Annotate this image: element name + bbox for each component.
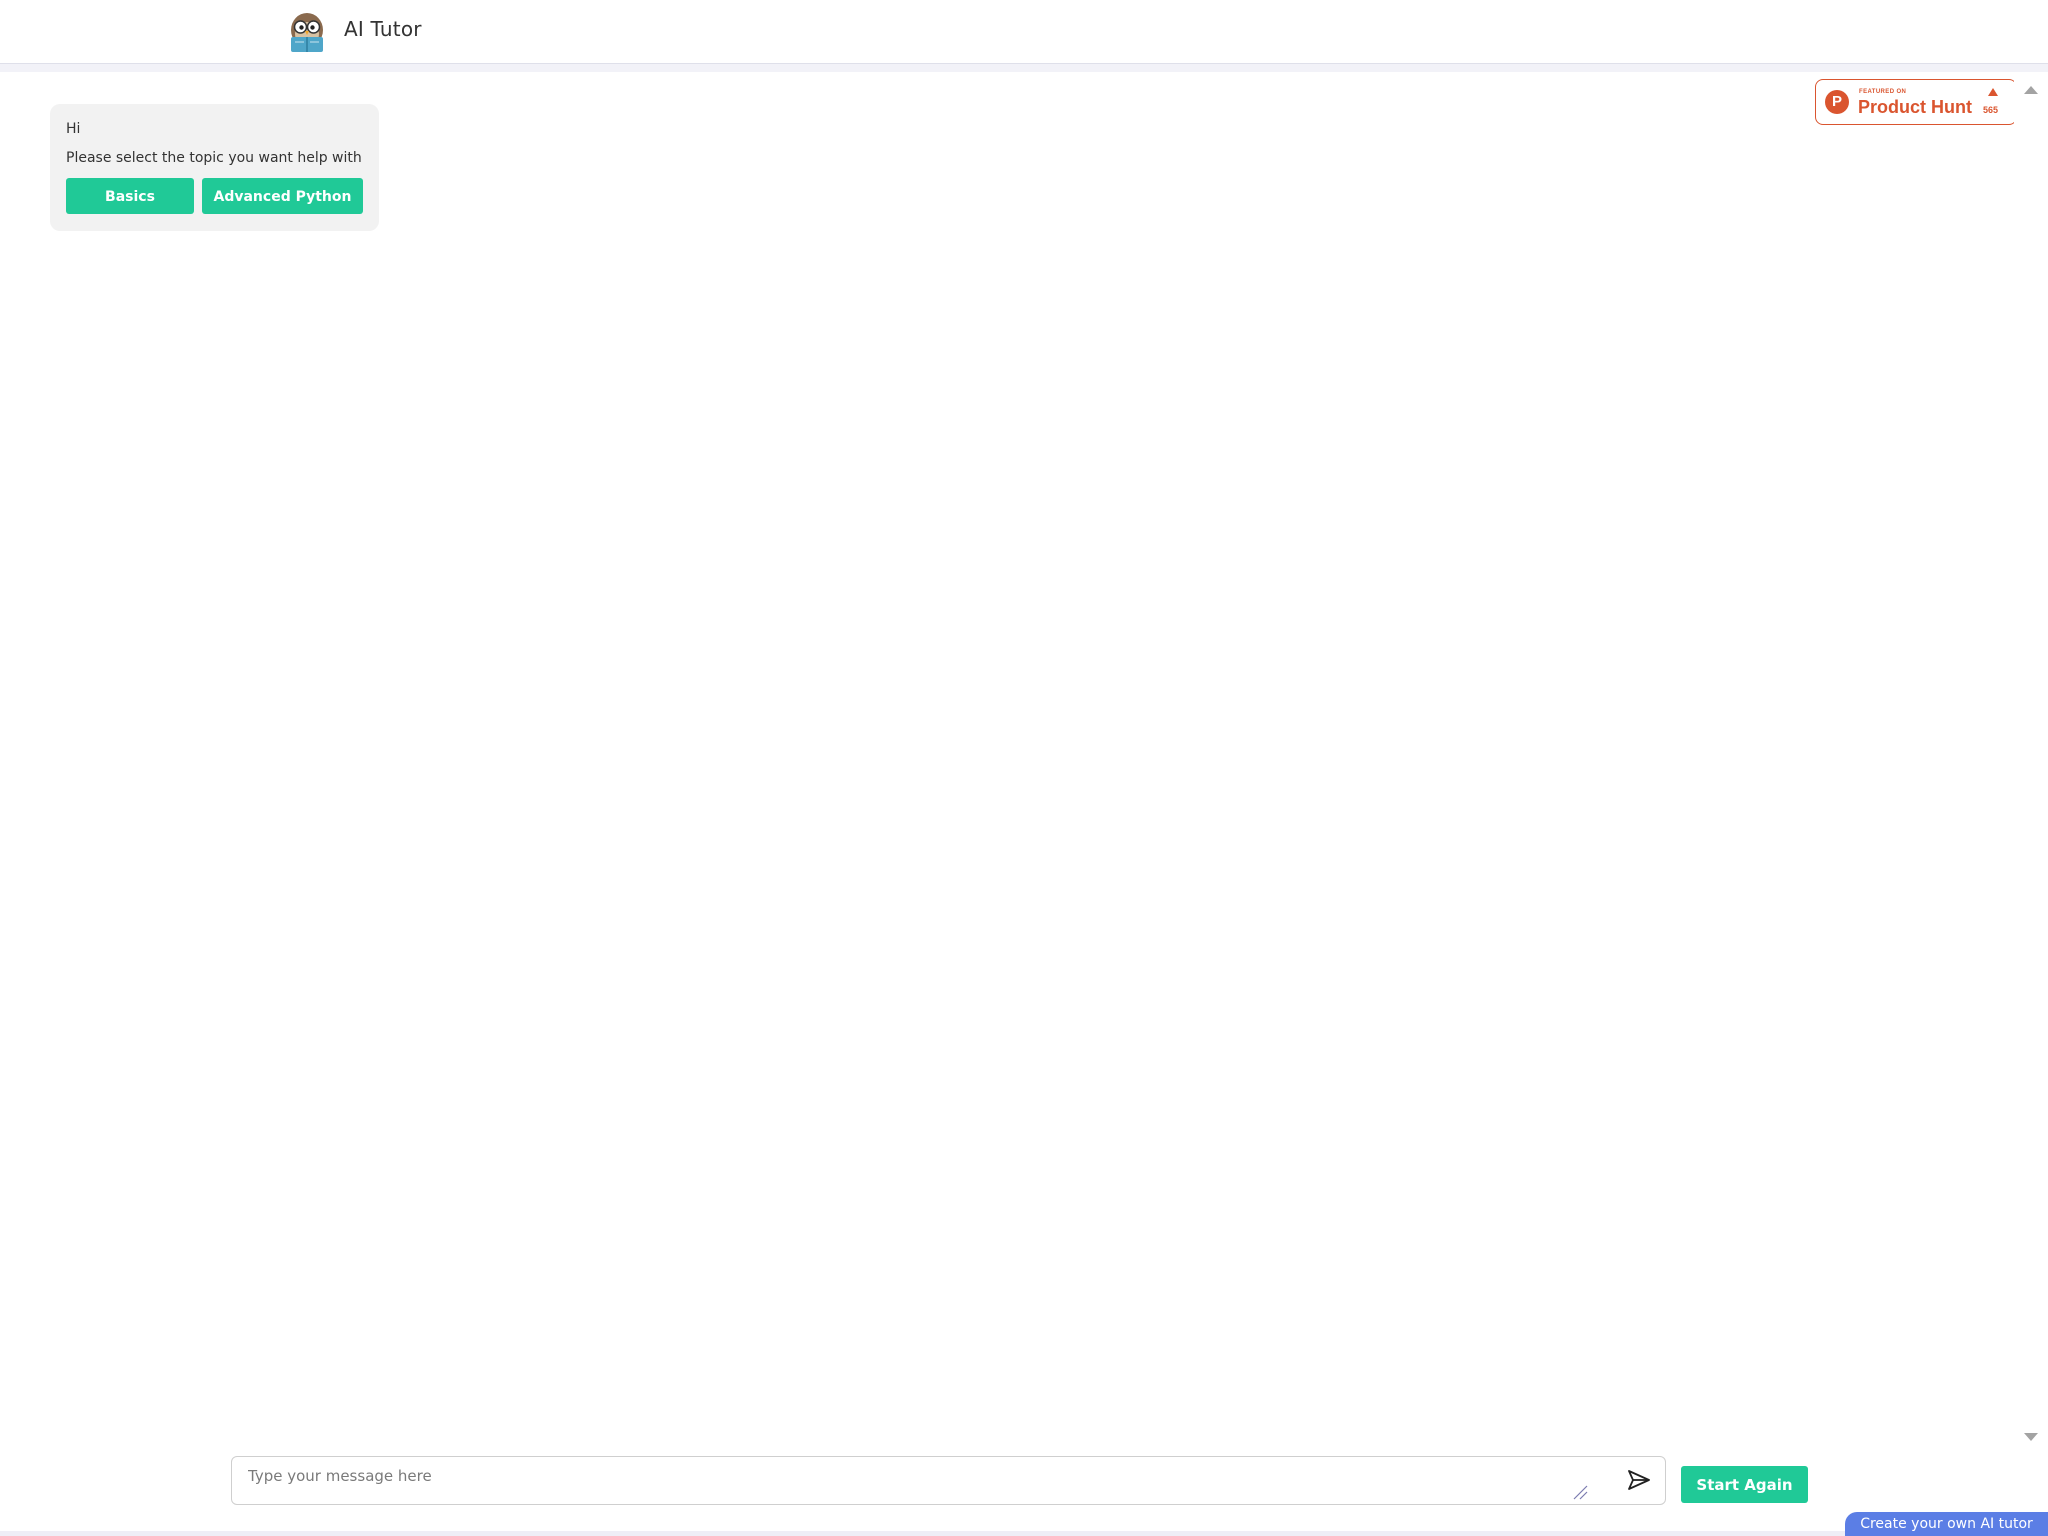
create-ai-tutor-link[interactable]: Create your own AI tutor	[1845, 1512, 2048, 1536]
scroll-up-arrow-icon[interactable]	[2024, 86, 2038, 94]
upvote-arrow-icon	[1988, 88, 1998, 96]
product-hunt-name: Product Hunt	[1858, 97, 1972, 117]
greeting-text: Hi	[66, 121, 81, 137]
owl-logo-icon	[286, 10, 328, 54]
upvote-count: 565	[1983, 105, 1999, 115]
bot-message-bubble: Hi Please select the topic you want help…	[50, 104, 379, 231]
topic-prompt-text: Please select the topic you want help wi…	[66, 150, 362, 166]
app-title: AI Tutor	[344, 17, 422, 41]
advanced-python-topic-button[interactable]: Advanced Python	[202, 178, 363, 214]
start-again-button[interactable]: Start Again	[1681, 1466, 1808, 1503]
chat-scrollbar[interactable]	[2014, 72, 2048, 1448]
scroll-down-arrow-icon[interactable]	[2024, 1433, 2038, 1441]
resize-grip-icon[interactable]	[1572, 1484, 1588, 1500]
product-hunt-logo-icon: P	[1825, 90, 1849, 114]
message-input-container	[231, 1456, 1666, 1505]
basics-topic-button[interactable]: Basics	[66, 178, 194, 214]
header-divider	[0, 64, 2048, 72]
message-input[interactable]	[248, 1467, 1588, 1493]
product-hunt-featured-text: FEATURED ON	[1859, 89, 1907, 95]
chat-area	[0, 72, 2014, 1448]
footer-strip	[0, 1531, 2048, 1536]
product-hunt-badge[interactable]: P FEATURED ON Product Hunt 565	[1815, 79, 2017, 125]
send-icon[interactable]	[1628, 1470, 1650, 1490]
app-header: AI Tutor	[0, 0, 2048, 64]
